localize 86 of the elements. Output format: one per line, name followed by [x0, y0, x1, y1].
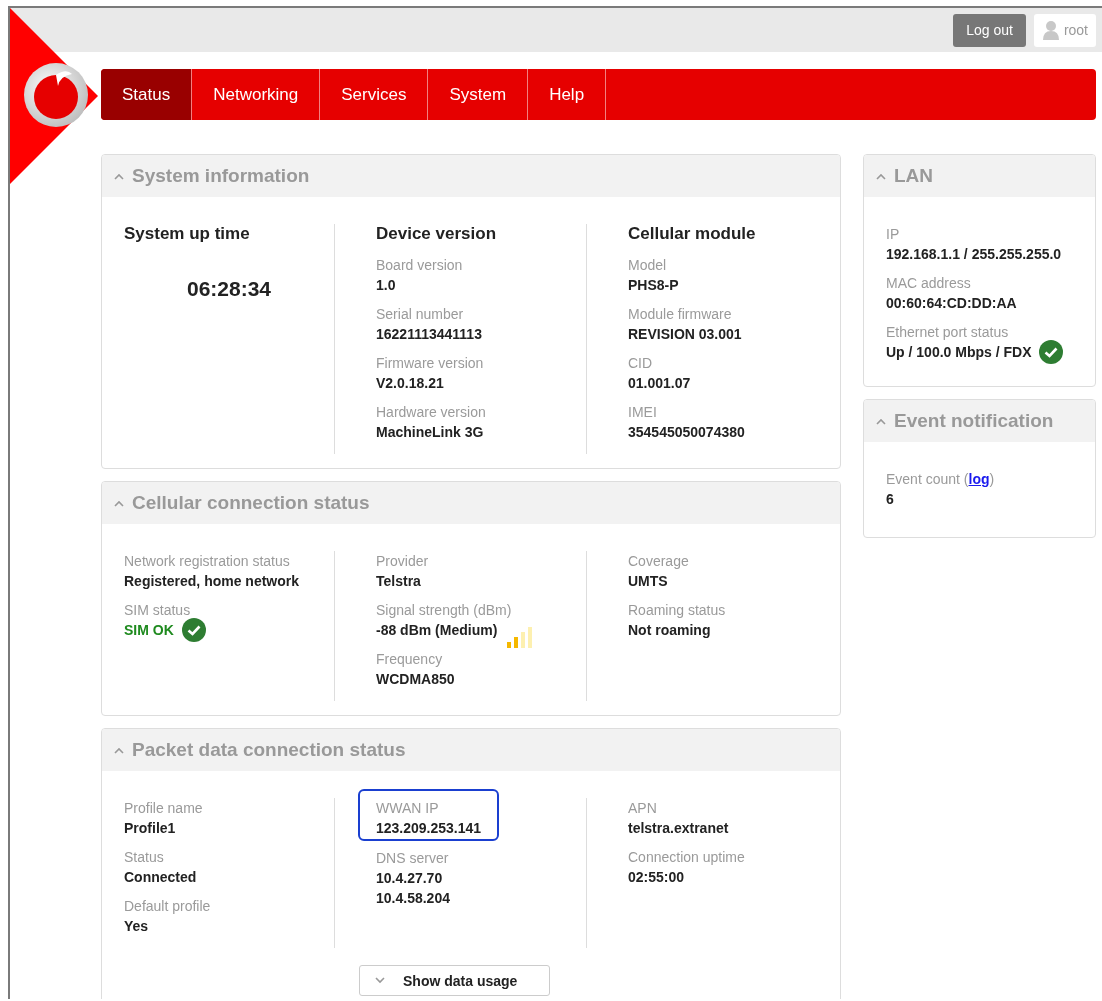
field-value: REVISION 03.001 — [628, 325, 743, 344]
field-label: Connection uptime — [628, 848, 746, 867]
field-label: Default profile — [124, 897, 212, 916]
chevron-down-icon[interactable] — [375, 977, 385, 984]
field-value: 123.209.253.141 — [376, 819, 482, 838]
panel-header[interactable]: Cellular connection status — [102, 482, 840, 524]
chevron-up-icon[interactable] — [876, 172, 886, 180]
panel-title: Event notification — [894, 410, 1054, 432]
field-label: Hardware version — [376, 403, 487, 422]
field-value: 01.001.07 — [628, 374, 692, 393]
field-value: 02:55:00 — [628, 868, 686, 887]
field-value: Registered, home network — [124, 572, 301, 591]
field-value: 00:60:64:CD:DD:AA — [886, 294, 1018, 313]
column-heading: Cellular module — [628, 224, 757, 244]
field-value: 10.4.58.204 — [376, 889, 451, 908]
panel-title: Cellular connection status — [132, 492, 370, 514]
username: root — [1063, 22, 1088, 38]
field-value: WCDMA850 — [376, 670, 456, 689]
field-label: WWAN IP — [376, 799, 440, 818]
field-value: Up / 100.0 Mbps / FDX — [886, 343, 1032, 362]
field-label: Provider — [376, 552, 430, 571]
field-label: Coverage — [628, 552, 690, 571]
field-value: Not roaming — [628, 621, 712, 640]
nav-tab[interactable]: Networking — [192, 69, 321, 120]
field-label: Module firmware — [628, 305, 733, 324]
field-value: 10.4.27.70 — [376, 869, 444, 888]
nav-tab[interactable]: Services — [320, 69, 429, 120]
nav-tab[interactable]: System — [428, 69, 529, 120]
field-label: IMEI — [628, 403, 658, 422]
user-icon — [1041, 20, 1060, 40]
panel-title: LAN — [894, 165, 934, 187]
chevron-up-icon[interactable] — [876, 417, 886, 425]
field-label: Frequency — [376, 650, 444, 669]
nav-tab[interactable]: Help — [528, 69, 607, 120]
field-label: Signal strength (dBm) — [376, 601, 513, 620]
field-value: Profile1 — [124, 819, 177, 838]
field-label: Network registration status — [124, 552, 291, 571]
field-value: Telstra — [376, 572, 422, 591]
log-link[interactable]: log — [968, 471, 990, 487]
field-value: UMTS — [628, 572, 669, 591]
field-value: -88 dBm (Medium) — [376, 621, 498, 640]
check-circle-icon — [1039, 340, 1064, 364]
field-value: 1.0 — [376, 276, 397, 295]
field-value: PHS8-P — [628, 276, 680, 295]
field-label: Event count (log) — [886, 470, 996, 489]
field-value: 6 — [886, 490, 895, 509]
field-label: Roaming status — [628, 601, 727, 620]
field-value: telstra.extranet — [628, 819, 730, 838]
show-data-usage-button[interactable]: Show data usage — [359, 965, 550, 996]
field-label: DNS server — [376, 849, 450, 868]
panel-header[interactable]: LAN — [864, 155, 1095, 197]
column-heading: System up time — [124, 224, 251, 244]
field-value: MachineLink 3G — [376, 423, 485, 442]
signal-bars-icon — [505, 626, 534, 648]
field-label: Ethernet port status — [886, 323, 1010, 342]
chevron-up-icon[interactable] — [114, 172, 124, 180]
field-value: V2.0.18.21 — [376, 374, 445, 393]
panel-header[interactable]: Packet data connection status — [102, 729, 840, 771]
check-circle-icon — [181, 618, 206, 642]
chevron-up-icon[interactable] — [114, 746, 124, 754]
field-label: APN — [628, 799, 658, 818]
panel-header[interactable]: System information — [102, 155, 840, 197]
field-label: Status — [124, 848, 165, 867]
field-label: Board version — [376, 256, 464, 275]
field-value: Yes — [124, 917, 150, 936]
field-value: 354545050074380 — [628, 423, 746, 442]
field-label: MAC address — [886, 274, 972, 293]
nav-tab[interactable]: Status — [101, 69, 193, 120]
field-value: SIM OK — [124, 621, 174, 640]
field-label: Profile name — [124, 799, 204, 818]
field-label: Firmware version — [376, 354, 485, 373]
field-value: Connected — [124, 868, 198, 887]
panel-header[interactable]: Event notification — [864, 400, 1095, 442]
panel-title: Packet data connection status — [132, 739, 406, 761]
field-label: Serial number — [376, 305, 465, 324]
field-label: SIM status — [124, 601, 192, 620]
chevron-up-icon[interactable] — [114, 499, 124, 507]
field-label: IP — [886, 225, 901, 244]
field-label: Model — [628, 256, 668, 275]
uptime-value: 06:28:34 — [185, 277, 273, 301]
logout-button[interactable]: Log out — [953, 13, 1026, 47]
field-value: 192.168.1.1 / 255.255.255.0 — [886, 245, 1063, 264]
field-label: CID — [628, 354, 654, 373]
column-heading: Device version — [376, 224, 497, 244]
field-value: 16221113441113 — [376, 325, 483, 344]
panel-title: System information — [132, 165, 310, 187]
